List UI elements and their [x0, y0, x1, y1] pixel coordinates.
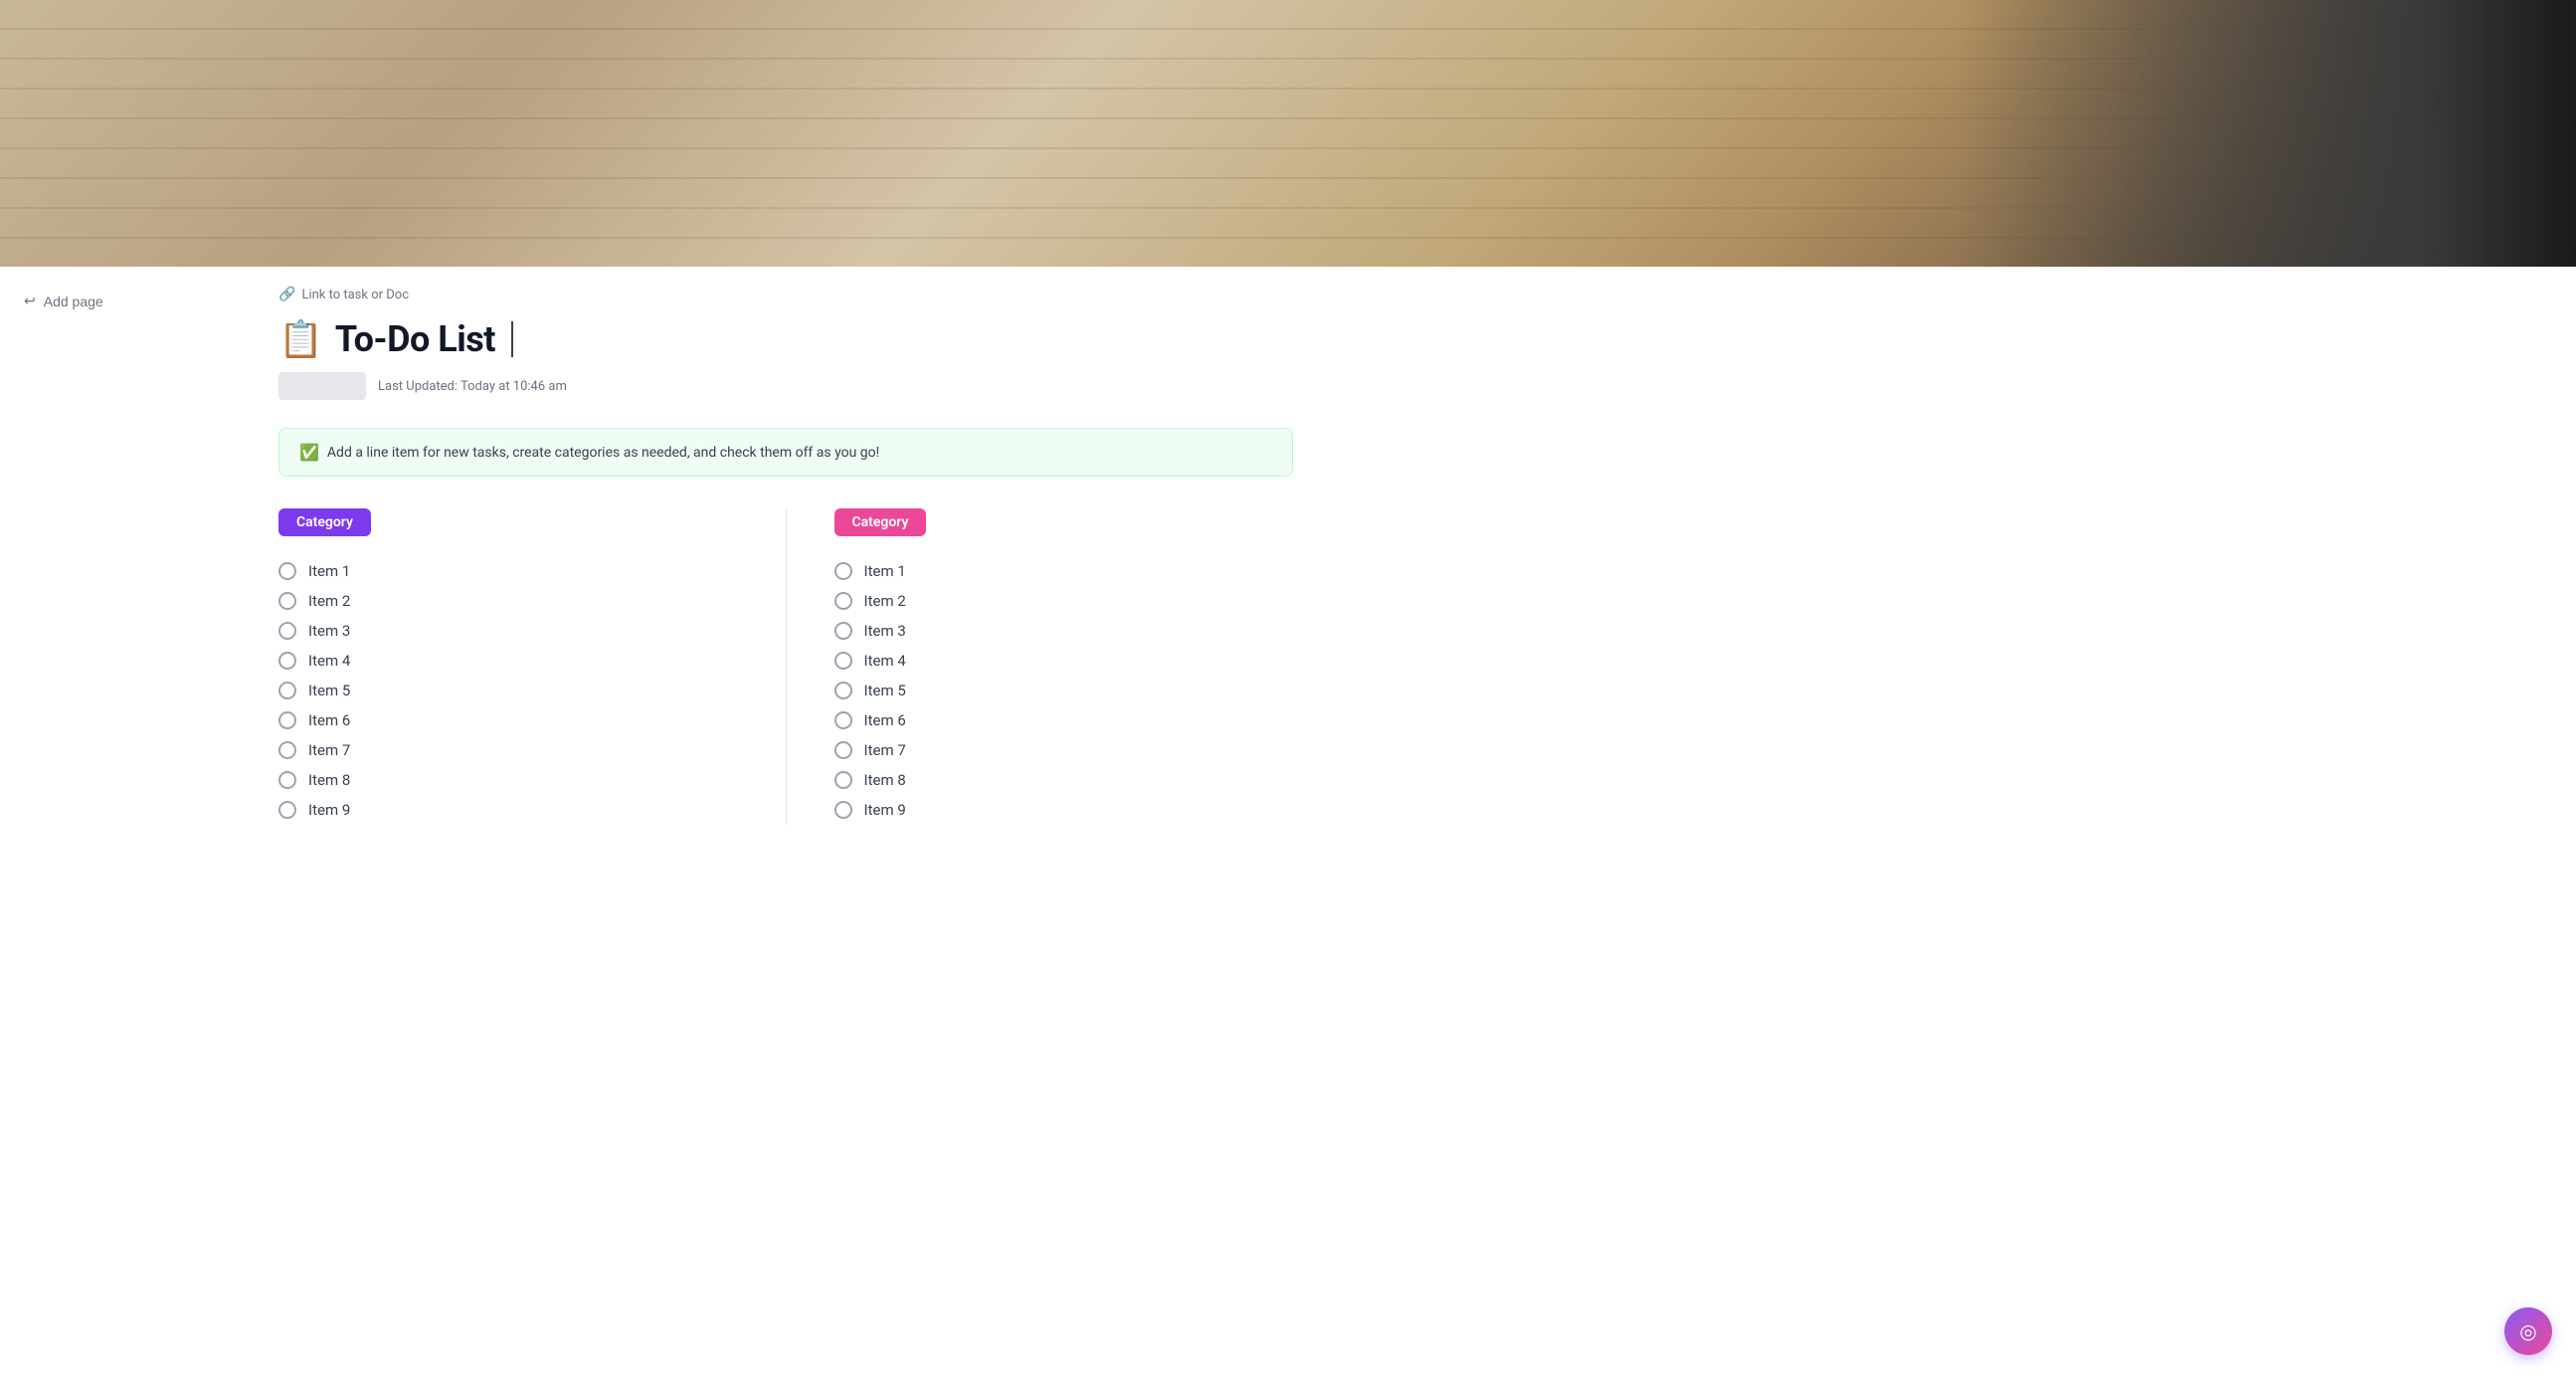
item-label: Item 3 [308, 622, 350, 640]
item-label: Item 2 [864, 592, 906, 610]
updated-time: Today at 10:46 am [460, 379, 567, 394]
item-label: Item 7 [308, 741, 350, 759]
add-page-icon: ↩ [24, 293, 36, 309]
banner-text: Add a line item for new tasks, create ca… [327, 445, 879, 461]
list-item: Item 4 [278, 646, 738, 676]
item-label: Item 2 [308, 592, 350, 610]
list-item: Item 1 [278, 556, 738, 586]
list-item: Item 5 [278, 676, 738, 705]
checklist-radio[interactable] [278, 682, 296, 699]
checklist-left: Item 1 Item 2 Item 3 Item 4 [278, 556, 738, 825]
item-label: Item 1 [308, 562, 350, 580]
list-item: Item 4 [834, 646, 1294, 676]
item-label: Item 9 [308, 801, 350, 819]
checklist-radio[interactable] [278, 801, 296, 819]
category-badge-left[interactable]: Category [278, 508, 371, 536]
list-item: Item 1 [834, 556, 1294, 586]
checklist-radio[interactable] [278, 652, 296, 670]
add-page-button[interactable]: ↩ Add page [16, 287, 223, 315]
checklist-radio[interactable] [278, 592, 296, 610]
item-label: Item 8 [864, 771, 906, 789]
help-icon: ◎ [2519, 1319, 2536, 1343]
checklist-radio[interactable] [834, 771, 852, 789]
list-item: Item 9 [834, 795, 1294, 825]
checklist-radio[interactable] [834, 562, 852, 580]
checklist-radio[interactable] [278, 622, 296, 640]
list-item: Item 8 [834, 765, 1294, 795]
info-banner: ✅ Add a line item for new tasks, create … [278, 428, 1293, 477]
item-label: Item 4 [864, 652, 906, 670]
link-to-task-label: Link to task or Doc [301, 288, 409, 302]
checklist-radio[interactable] [834, 592, 852, 610]
item-label: Item 5 [308, 682, 350, 699]
list-item: Item 3 [834, 616, 1294, 646]
item-label: Item 5 [864, 682, 906, 699]
item-label: Item 6 [308, 711, 350, 729]
checklist-radio[interactable] [834, 622, 852, 640]
list-item: Item 9 [278, 795, 738, 825]
checklist-radio[interactable] [834, 801, 852, 819]
sidebar: ↩ Add page [0, 267, 239, 865]
text-cursor [511, 321, 513, 357]
checklist-right: Item 1 Item 2 Item 3 Item 4 [834, 556, 1294, 825]
hero-banner [0, 0, 2576, 267]
checklist-radio[interactable] [834, 682, 852, 699]
item-label: Item 6 [864, 711, 906, 729]
item-label: Item 1 [864, 562, 906, 580]
columns-container: Category Item 1 Item 2 Item 3 [278, 508, 1293, 825]
checklist-radio[interactable] [834, 711, 852, 729]
checklist-radio[interactable] [278, 741, 296, 759]
list-item: Item 7 [278, 735, 738, 765]
item-label: Item 4 [308, 652, 350, 670]
item-label: Item 9 [864, 801, 906, 819]
category-badge-right[interactable]: Category [834, 508, 927, 536]
updated-text: Last Updated: Today at 10:46 am [378, 379, 567, 394]
list-item: Item 7 [834, 735, 1294, 765]
link-to-task[interactable]: 🔗 Link to task or Doc [278, 287, 1293, 302]
column-right: Category Item 1 Item 2 Item 3 [834, 508, 1294, 825]
checklist-radio[interactable] [278, 562, 296, 580]
list-item: Item 6 [278, 705, 738, 735]
list-item: Item 8 [278, 765, 738, 795]
item-label: Item 3 [864, 622, 906, 640]
banner-icon: ✅ [299, 443, 319, 462]
document-area: 🔗 Link to task or Doc 📋 To-Do List Last … [239, 267, 1333, 865]
link-icon: 🔗 [278, 287, 295, 302]
add-page-label: Add page [44, 294, 103, 309]
help-button[interactable]: ◎ [2504, 1307, 2552, 1355]
list-item: Item 2 [834, 586, 1294, 616]
list-item: Item 5 [834, 676, 1294, 705]
updated-row: Last Updated: Today at 10:46 am [278, 372, 1293, 400]
checklist-radio[interactable] [278, 711, 296, 729]
list-item: Item 6 [834, 705, 1294, 735]
checklist-radio[interactable] [278, 771, 296, 789]
title-emoji: 📋 [278, 321, 323, 357]
avatar [278, 372, 366, 400]
list-item: Item 3 [278, 616, 738, 646]
item-label: Item 8 [308, 771, 350, 789]
updated-label: Last Updated: [378, 379, 458, 394]
title-row: 📋 To-Do List [278, 318, 1293, 360]
page-title[interactable]: To-Do List [335, 318, 495, 360]
column-divider [786, 508, 787, 825]
checklist-radio[interactable] [834, 741, 852, 759]
item-label: Item 7 [864, 741, 906, 759]
column-left: Category Item 1 Item 2 Item 3 [278, 508, 738, 825]
list-item: Item 2 [278, 586, 738, 616]
checklist-radio[interactable] [834, 652, 852, 670]
